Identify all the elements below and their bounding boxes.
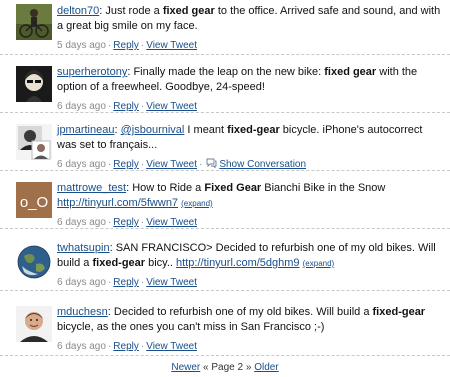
text-part: I meant	[184, 124, 228, 136]
highlight-text: Fixed Gear	[204, 182, 262, 194]
username-link[interactable]: mattrowe_test	[57, 182, 126, 194]
avatar[interactable]	[16, 66, 52, 102]
text-part: : Finally made the leap on the new bike:	[127, 66, 325, 78]
username-link[interactable]: superherotony	[57, 66, 127, 78]
avatar[interactable]	[16, 244, 52, 280]
timestamp: 5 days ago	[57, 40, 106, 51]
tweet-item: jpmartineau: @jsbournival I meant fixed-…	[0, 114, 450, 171]
expand-link[interactable]: (expand)	[303, 259, 335, 268]
username-link[interactable]: twhatsupin	[57, 242, 110, 254]
highlight-text: fixed-gear	[92, 257, 146, 269]
avatar[interactable]	[16, 124, 52, 160]
text-part: bicycle, as the ones you can't miss in S…	[57, 321, 325, 333]
tweet-meta: 6 days ago · Reply · View Tweet	[57, 277, 197, 288]
tweet-item: twhatsupin: SAN FRANCISCO> Decided to re…	[0, 230, 450, 291]
highlight-text: fixed-gear	[227, 124, 280, 136]
older-link[interactable]: Older	[254, 362, 278, 373]
tweet-item: superherotony: Finally made the leap on …	[0, 56, 450, 113]
text-part: Bianchi Bike in the Snow	[261, 182, 386, 194]
tweet-text: twhatsupin: SAN FRANCISCO> Decided to re…	[57, 241, 442, 271]
tweet-meta: 5 days ago · Reply · View Tweet	[57, 40, 197, 51]
username-link[interactable]: jpmartineau	[57, 124, 114, 136]
expand-link[interactable]: (expand)	[181, 199, 213, 208]
tweet-text: delton70: Just rode a fixed gear to the …	[57, 4, 442, 34]
timestamp: 6 days ago	[57, 217, 106, 228]
url-link[interactable]: http://tinyurl.com/5fwwn7	[57, 197, 178, 209]
tweet-item: o_O mattrowe_test: How to Ride a Fixed G…	[0, 172, 450, 229]
tweet-text: mduchesn: Decided to refurbish one of my…	[57, 305, 442, 335]
tweet-meta: 6 days ago · Reply · View Tweet	[57, 101, 197, 112]
tweet-content: superherotony: Finally made the leap on …	[57, 65, 442, 114]
text-part: : Decided to refurbish one of my old bik…	[107, 306, 373, 318]
tweet-meta: 6 days ago · Reply · View Tweet	[57, 217, 197, 228]
tweet-text: mattrowe_test: How to Ride a Fixed Gear …	[57, 181, 442, 211]
timestamp: 6 days ago	[57, 159, 106, 170]
reply-link[interactable]: Reply	[113, 217, 139, 228]
reply-link[interactable]: Reply	[113, 341, 139, 352]
reply-link[interactable]: Reply	[113, 277, 139, 288]
highlight-text: fixed gear	[162, 5, 215, 17]
reply-link[interactable]: Reply	[113, 159, 139, 170]
timestamp: 6 days ago	[57, 277, 106, 288]
timestamp: 6 days ago	[57, 101, 106, 112]
tweet-item: delton70: Just rode a fixed gear to the …	[0, 0, 450, 55]
newer-link[interactable]: Newer	[171, 362, 200, 373]
url-link[interactable]: http://tinyurl.com/5dghm9	[176, 257, 300, 269]
show-conversation-link[interactable]: Show Conversation	[219, 159, 306, 170]
tweet-content: delton70: Just rode a fixed gear to the …	[57, 4, 442, 53]
avatar[interactable]	[16, 4, 52, 40]
tweet-content: twhatsupin: SAN FRANCISCO> Decided to re…	[57, 241, 442, 290]
view-tweet-link[interactable]: View Tweet	[146, 341, 197, 352]
reply-link[interactable]: Reply	[113, 40, 139, 51]
tweet-item: mduchesn: Decided to refurbish one of my…	[0, 292, 450, 356]
tweet-meta: 6 days ago · Reply · View Tweet · Show Convers…	[57, 158, 307, 170]
text-part: : Just rode a	[99, 5, 163, 17]
tweet-meta: 6 days ago · Reply · View Tweet	[57, 341, 197, 352]
username-link[interactable]: delton70	[57, 5, 99, 17]
tweet-content: mduchesn: Decided to refurbish one of my…	[57, 305, 442, 354]
view-tweet-link[interactable]: View Tweet	[146, 40, 197, 51]
highlight-text: fixed-gear	[372, 306, 426, 318]
tweet-content: jpmartineau: @jsbournival I meant fixed-…	[57, 123, 442, 172]
avatar[interactable]: o_O	[16, 182, 52, 218]
view-tweet-link[interactable]: View Tweet	[146, 159, 197, 170]
tweet-content: mattrowe_test: How to Ride a Fixed Gear …	[57, 181, 442, 230]
pagination: Newer « Page 2 » Older	[0, 362, 450, 373]
view-tweet-link[interactable]: View Tweet	[146, 217, 197, 228]
timestamp: 6 days ago	[57, 341, 106, 352]
mention-link[interactable]: @jsbournival	[121, 124, 185, 136]
highlight-text: fixed gear	[324, 66, 377, 78]
page-indicator: « Page 2 »	[203, 362, 252, 373]
tweet-text: superherotony: Finally made the leap on …	[57, 65, 442, 95]
view-tweet-link[interactable]: View Tweet	[146, 277, 197, 288]
view-tweet-link[interactable]: View Tweet	[146, 101, 197, 112]
conversation-icon	[206, 158, 217, 168]
svg-text:o_O: o_O	[20, 194, 48, 211]
text-part: : How to Ride a	[126, 182, 205, 194]
avatar[interactable]	[16, 306, 52, 342]
reply-link[interactable]: Reply	[113, 101, 139, 112]
text-part: bicy..	[145, 257, 177, 269]
username-link[interactable]: mduchesn	[57, 306, 108, 318]
tweet-text: jpmartineau: @jsbournival I meant fixed-…	[57, 124, 423, 151]
